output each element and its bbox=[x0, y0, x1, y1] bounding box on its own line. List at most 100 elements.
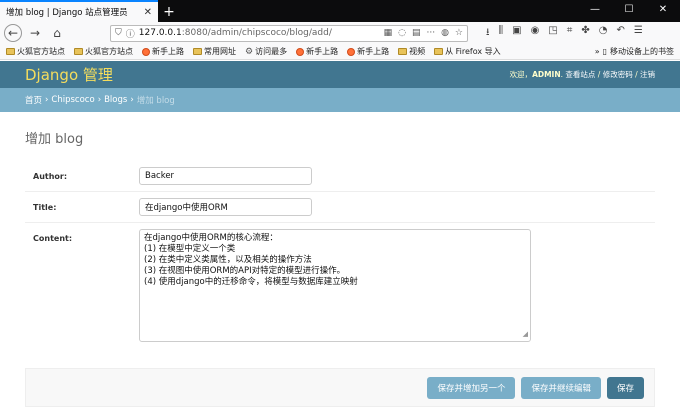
separator: / bbox=[595, 70, 603, 79]
maximize-button[interactable]: ☐ bbox=[612, 0, 646, 20]
author-input[interactable]: Backer bbox=[139, 167, 312, 185]
lightbulb-icon[interactable]: ◌ bbox=[398, 28, 406, 38]
breadcrumb-model[interactable]: Blogs bbox=[104, 95, 127, 105]
folder-icon bbox=[398, 48, 408, 55]
breadcrumb-home[interactable]: 首页 bbox=[25, 94, 42, 106]
bookmark-label: 新手上路 bbox=[306, 47, 339, 56]
content-line: (2) 在类中定义类属性，以及相关的操作方法 bbox=[144, 255, 312, 265]
undo-icon[interactable]: ↶ bbox=[617, 25, 625, 42]
submit-row: 保存并增加另一个 保存并继续编辑 保存 bbox=[25, 368, 655, 407]
page-actions-icon[interactable]: ··· bbox=[426, 28, 435, 38]
minimize-button[interactable]: — bbox=[578, 0, 612, 20]
browser-tab[interactable]: 增加 blog | Django 站点管理员 ✕ bbox=[0, 0, 158, 22]
reader-view-icon[interactable]: ▤ bbox=[412, 28, 421, 38]
url-host: 127.0.0.1 bbox=[138, 28, 182, 38]
mobile-bookmarks-label: 移动设备上的书签 bbox=[610, 47, 674, 56]
gear-icon: ⚙ bbox=[245, 46, 254, 57]
browser-titlebar: 增加 blog | Django 站点管理员 ✕ + — ☐ ✕ bbox=[0, 0, 680, 22]
folder-icon bbox=[6, 48, 15, 55]
save-button[interactable]: 保存 bbox=[606, 376, 644, 399]
bookmark-label: 视频 bbox=[409, 47, 426, 56]
window-controls: — ☐ ✕ bbox=[578, 0, 680, 20]
resize-grip-icon[interactable]: ◢ bbox=[523, 329, 528, 340]
bookmark-label: 火狐官方站点 bbox=[85, 47, 133, 56]
bookmark-item[interactable]: 新手上路 bbox=[142, 46, 184, 57]
crop-icon[interactable]: ⌗ bbox=[567, 25, 573, 42]
bookmark-label: 火狐官方站点 bbox=[17, 47, 65, 56]
new-tab-button[interactable]: + bbox=[158, 2, 180, 22]
tab-title: 增加 blog | Django 站点管理员 bbox=[6, 8, 128, 18]
bookmark-item[interactable]: 视频 bbox=[398, 46, 425, 57]
welcome-text: 欢迎， bbox=[509, 70, 533, 79]
bookmark-item[interactable]: 从 Firefox 导入 bbox=[434, 46, 501, 57]
breadcrumb: 首页 › Chipscoco › Blogs › 增加 blog bbox=[0, 88, 680, 112]
qr-code-icon[interactable]: ▦ bbox=[384, 28, 393, 38]
bookmark-item[interactable]: 常用网址 bbox=[193, 46, 236, 57]
account-icon[interactable]: ◉ bbox=[531, 25, 540, 42]
chevron-right-icon: » bbox=[594, 47, 600, 56]
close-window-button[interactable]: ✕ bbox=[646, 0, 680, 20]
bookmark-label: 常用网址 bbox=[204, 47, 236, 56]
firefox-icon bbox=[296, 47, 305, 56]
save-continue-button[interactable]: 保存并继续编辑 bbox=[521, 376, 601, 399]
url-actions: ▦ ◌ ▤ ··· ◍ ☆ bbox=[384, 28, 463, 38]
download-icon[interactable]: ⭳ bbox=[486, 25, 490, 42]
folder-icon bbox=[193, 48, 202, 55]
save-add-another-button[interactable]: 保存并增加另一个 bbox=[427, 376, 516, 399]
bookmark-item[interactable]: 新手上路 bbox=[296, 46, 338, 57]
info-icon[interactable]: ⓘ bbox=[126, 27, 135, 40]
content-line: (1) 在模型中定义一个类 bbox=[144, 244, 236, 254]
separator: / bbox=[632, 70, 640, 79]
content-label: Content: bbox=[33, 234, 73, 243]
folder-icon bbox=[74, 48, 83, 55]
forward-button[interactable]: → bbox=[26, 24, 44, 42]
bookmark-label: 从 Firefox 导入 bbox=[445, 47, 501, 56]
username: ADMIN bbox=[532, 70, 561, 79]
bookmark-item[interactable]: 火狐官方站点 bbox=[74, 46, 133, 57]
back-button[interactable]: ← bbox=[4, 24, 22, 42]
firefox-icon bbox=[142, 47, 150, 56]
user-tools: 欢迎，ADMIN. 查看站点 / 修改密码 / 注销 bbox=[509, 70, 655, 79]
page-title: 增加 blog bbox=[25, 132, 84, 147]
site-brand[interactable]: Django 管理 bbox=[25, 64, 113, 85]
content-line: (3) 在视图中使用ORM的API对特定的模型进行操作。 bbox=[144, 266, 346, 276]
shield-icon[interactable]: ⛉ bbox=[115, 28, 122, 38]
url-path: :8080/admin/chipscoco/blog/add/ bbox=[181, 28, 332, 38]
mobile-bookmarks[interactable]: » ▯ 移动设备上的书签 bbox=[595, 46, 674, 57]
breadcrumb-current: 增加 blog bbox=[136, 96, 175, 106]
bookmark-label: 新手上路 bbox=[357, 47, 390, 56]
logout-link[interactable]: 注销 bbox=[640, 70, 655, 79]
breadcrumb-separator: › bbox=[97, 95, 102, 105]
title-row: Title: 在django中使用ORM bbox=[25, 192, 655, 223]
menu-icon[interactable]: ☰ bbox=[634, 25, 643, 42]
mobile-icon: ▯ bbox=[602, 47, 607, 56]
screenshot-icon[interactable]: ◳ bbox=[548, 25, 557, 42]
sidebar-icon[interactable]: ▣ bbox=[512, 25, 521, 42]
content-line: 在django中使用ORM的核心流程： bbox=[144, 233, 278, 243]
content-textarea[interactable]: 在django中使用ORM的核心流程： (1) 在模型中定义一个类 (2) 在类… bbox=[139, 229, 531, 342]
bookmark-star-icon[interactable]: ☆ bbox=[455, 28, 463, 38]
bookmark-item[interactable]: 新手上路 bbox=[347, 46, 389, 57]
firefox-icon bbox=[347, 47, 356, 56]
bookmark-label: 访问最多 bbox=[255, 47, 288, 56]
folder-icon bbox=[434, 48, 444, 55]
extension-icon[interactable]: ✤ bbox=[581, 25, 589, 42]
bookmark-item[interactable]: ⚙ 访问最多 bbox=[245, 46, 287, 57]
url-text[interactable]: 127.0.0.1:8080/admin/chipscoco/blog/add/ bbox=[139, 28, 380, 38]
library-icon[interactable]: ⫼ bbox=[499, 25, 504, 42]
bookmark-label: 新手上路 bbox=[152, 47, 184, 56]
chat-icon[interactable]: ◔ bbox=[599, 25, 608, 42]
home-icon[interactable]: ⌂ bbox=[48, 24, 66, 42]
title-input[interactable]: 在django中使用ORM bbox=[139, 198, 312, 216]
change-password-link[interactable]: 修改密码 bbox=[603, 70, 633, 79]
view-site-link[interactable]: 查看站点 bbox=[565, 70, 595, 79]
title-label: Title: bbox=[33, 203, 57, 212]
bookmark-item[interactable]: 火狐官方站点 bbox=[6, 46, 65, 57]
tab-close-icon[interactable]: ✕ bbox=[144, 7, 152, 18]
toolbar-icons: ⭳ ⫼ ▣ ◉ ◳ ⌗ ✤ ◔ ↶ ☰ bbox=[486, 25, 643, 42]
pocket-icon[interactable]: ◍ bbox=[441, 28, 449, 38]
breadcrumb-app[interactable]: Chipscoco bbox=[51, 95, 94, 105]
content-row: Content: 在django中使用ORM的核心流程： (1) 在模型中定义一… bbox=[25, 223, 655, 348]
content-line: (4) 使用django中的迁移命令，将模型与数据库建立映射 bbox=[144, 277, 358, 287]
url-bar[interactable]: ⛉ ⓘ 127.0.0.1:8080/admin/chipscoco/blog/… bbox=[110, 24, 468, 42]
